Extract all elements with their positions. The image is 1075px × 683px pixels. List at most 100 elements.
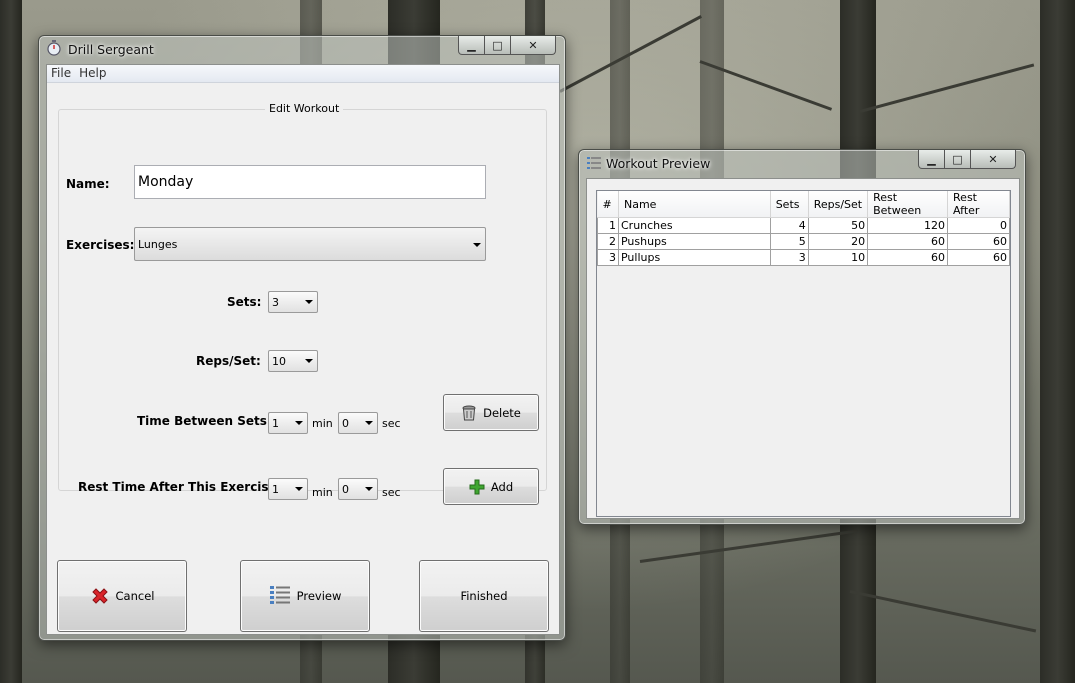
list-icon <box>587 157 601 169</box>
trash-can-icon <box>462 405 476 420</box>
reps-dropdown[interactable]: 10 <box>268 350 318 372</box>
table-row[interactable]: 1 Crunches 4 50 120 0 <box>597 217 1010 234</box>
table-row[interactable]: 3 Pullups 3 10 60 60 <box>597 249 1010 266</box>
cell-sets: 3 <box>769 249 809 266</box>
finished-label: Finished <box>460 589 508 603</box>
main-client-area: File Help Edit Workout Name: Exercises: … <box>46 64 560 635</box>
table-row[interactable]: 2 Pushups 5 20 60 60 <box>597 233 1010 250</box>
add-button[interactable]: Add <box>443 468 539 505</box>
menu-bar: File Help <box>47 65 559 83</box>
rest-after-sec-dropdown[interactable]: 0 <box>338 478 378 500</box>
workout-table: # Name Sets Reps/Set Rest Between Rest A… <box>597 191 1010 266</box>
exercises-value: Lunges <box>138 238 178 251</box>
rest-after-sec-value: 0 <box>342 483 349 496</box>
cell-reps: 20 <box>807 233 869 250</box>
sec-unit-label: sec <box>382 486 401 499</box>
column-header-sets[interactable]: Sets <box>770 191 809 218</box>
cancel-button[interactable]: Cancel <box>57 560 187 632</box>
preview-label: Preview <box>296 589 342 603</box>
workout-preview-window: Workout Preview ▁ □ ✕ # Name Sets Reps/S… <box>578 149 1026 525</box>
time-between-min-value: 1 <box>272 417 279 430</box>
reps-value: 10 <box>272 355 286 368</box>
cell-rest-after: 60 <box>947 249 1010 266</box>
maximize-button[interactable]: □ <box>485 36 511 55</box>
stopwatch-icon <box>47 40 61 56</box>
time-between-min-dropdown[interactable]: 1 <box>268 412 308 434</box>
cell-reps: 50 <box>807 217 869 234</box>
menu-help[interactable]: Help <box>75 65 110 82</box>
minimize-button[interactable]: ▁ <box>458 36 485 55</box>
preview-window-controls: ▁ □ ✕ <box>918 150 1016 169</box>
preview-window-title: Workout Preview <box>606 156 711 171</box>
tree-trunk <box>0 0 22 683</box>
cell-number: 1 <box>597 217 619 234</box>
cell-rest-between: 60 <box>867 233 949 250</box>
name-input[interactable] <box>134 165 486 199</box>
exercises-dropdown[interactable]: Lunges <box>134 227 486 261</box>
min-unit-label: min <box>312 417 333 430</box>
column-header-name[interactable]: Name <box>618 191 771 218</box>
maximize-icon: □ <box>492 38 503 52</box>
column-header-rest-between[interactable]: Rest Between <box>867 191 949 218</box>
time-between-sec-value: 0 <box>342 417 349 430</box>
exercises-label: Exercises: <box>66 238 135 252</box>
cell-reps: 10 <box>807 249 869 266</box>
column-header-number[interactable]: # <box>597 191 619 218</box>
cell-rest-after: 60 <box>947 233 1010 250</box>
column-header-reps[interactable]: Reps/Set <box>808 191 869 218</box>
preview-titlebar[interactable]: Workout Preview ▁ □ ✕ <box>579 150 1025 178</box>
column-header-rest-after[interactable]: Rest After <box>947 191 1010 218</box>
close-button[interactable]: ✕ <box>511 36 556 55</box>
chevron-down-icon <box>365 487 373 491</box>
chevron-down-icon <box>365 421 373 425</box>
cell-number: 2 <box>597 233 619 250</box>
finished-button[interactable]: Finished <box>419 560 549 632</box>
sets-value: 3 <box>272 296 279 309</box>
main-titlebar[interactable]: Drill Sergeant ▁ □ ✕ <box>39 36 565 64</box>
cell-name: Crunches <box>617 217 771 234</box>
main-window-controls: ▁ □ ✕ <box>458 36 556 55</box>
name-label: Name: <box>66 177 110 191</box>
sets-dropdown[interactable]: 3 <box>268 291 318 313</box>
preview-client-area: # Name Sets Reps/Set Rest Between Rest A… <box>586 178 1020 519</box>
list-icon <box>269 586 290 604</box>
min-unit-label: min <box>312 486 333 499</box>
cell-number: 3 <box>597 249 619 266</box>
maximize-icon: □ <box>952 152 963 166</box>
cell-sets: 5 <box>769 233 809 250</box>
cell-rest-between: 120 <box>867 217 949 234</box>
rest-after-min-dropdown[interactable]: 1 <box>268 478 308 500</box>
menu-file[interactable]: File <box>47 65 75 82</box>
sec-unit-label: sec <box>382 417 401 430</box>
preview-button[interactable]: Preview <box>240 560 370 632</box>
time-between-label: Time Between Sets: <box>137 414 272 428</box>
maximize-button[interactable]: □ <box>945 150 971 169</box>
cell-name: Pullups <box>617 249 771 266</box>
time-between-sec-dropdown[interactable]: 0 <box>338 412 378 434</box>
tree-trunk <box>1040 0 1075 683</box>
reps-label: Reps/Set: <box>196 354 261 368</box>
sets-label: Sets: <box>227 295 262 309</box>
drill-sergeant-window: Drill Sergeant ▁ □ ✕ File Help Edit Work… <box>38 35 566 641</box>
group-title: Edit Workout <box>265 102 344 115</box>
close-icon: ✕ <box>988 152 998 166</box>
main-window-title: Drill Sergeant <box>68 42 154 57</box>
table-header-row: # Name Sets Reps/Set Rest Between Rest A… <box>597 191 1010 218</box>
rest-after-min-value: 1 <box>272 483 279 496</box>
cell-rest-after: 0 <box>947 217 1010 234</box>
cancel-label: Cancel <box>115 589 155 603</box>
green-plus-icon <box>469 479 485 494</box>
workout-table-frame: # Name Sets Reps/Set Rest Between Rest A… <box>596 190 1011 517</box>
chevron-down-icon <box>305 359 313 363</box>
minimize-icon: ▁ <box>927 152 936 166</box>
delete-label: Delete <box>483 405 521 420</box>
red-x-icon <box>91 588 108 604</box>
minimize-button[interactable]: ▁ <box>918 150 945 169</box>
close-icon: ✕ <box>528 38 538 52</box>
chevron-down-icon <box>295 487 303 491</box>
chevron-down-icon <box>473 243 481 247</box>
delete-button[interactable]: Delete <box>443 394 539 431</box>
close-button[interactable]: ✕ <box>971 150 1016 169</box>
rest-after-label: Rest Time After This Exercise: <box>78 480 282 494</box>
cell-name: Pushups <box>617 233 771 250</box>
